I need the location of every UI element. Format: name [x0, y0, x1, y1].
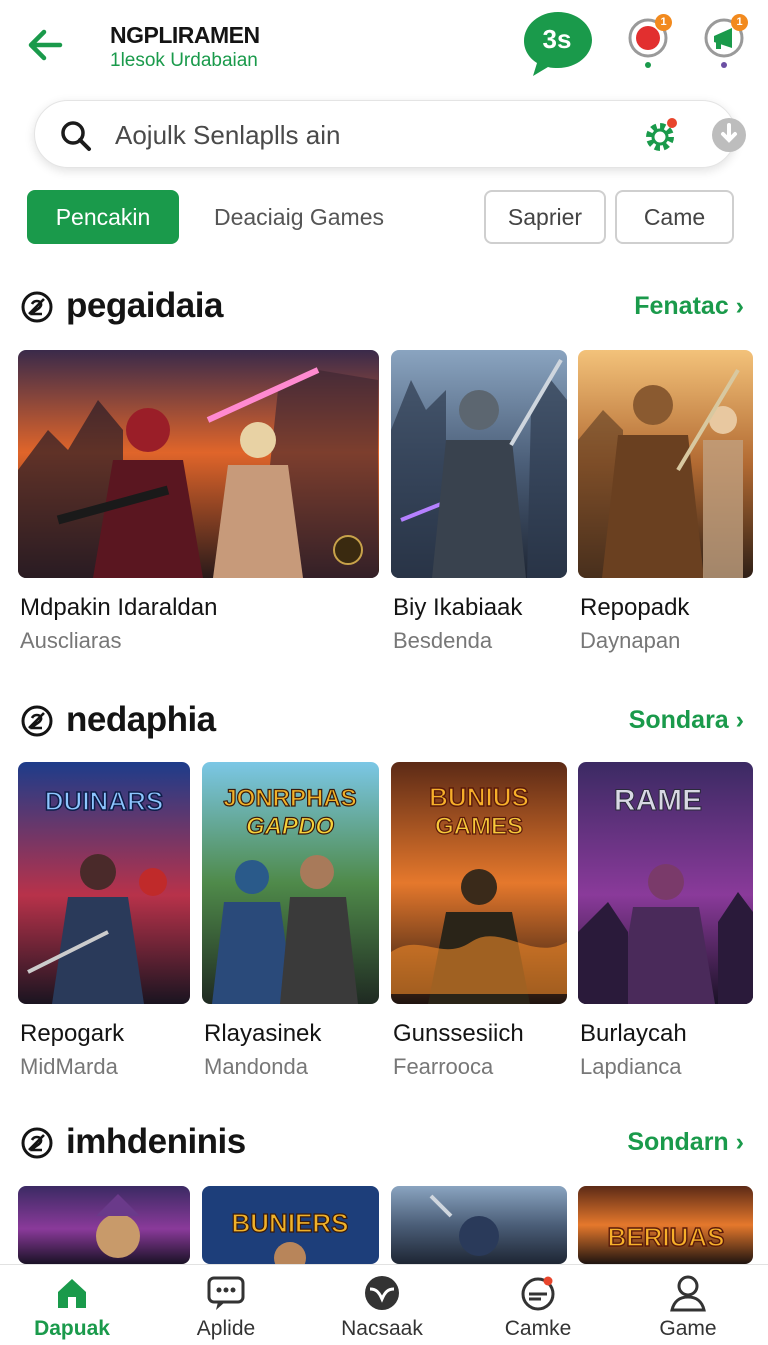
timer-bubble[interactable]: 3s — [522, 10, 594, 78]
section-logo-icon — [21, 291, 53, 323]
game-art-image: JONRPHAS GAPDO — [202, 762, 379, 1004]
game-card[interactable]: BUNIERS — [202, 1186, 379, 1264]
chip-outline-2[interactable]: Came — [615, 190, 734, 244]
game-title: Biy Ikabiaak — [393, 594, 523, 621]
see-more-link[interactable]: Fenatac › — [634, 292, 744, 321]
back-arrow-icon[interactable] — [22, 22, 68, 68]
download-icon[interactable] — [711, 117, 747, 153]
profile-icon — [670, 1275, 706, 1312]
game-art-image: BERIUAS — [578, 1186, 753, 1264]
status-dot — [645, 62, 651, 68]
game-art-image — [391, 350, 567, 578]
timer-text: 3s — [542, 24, 572, 54]
game-art-image — [391, 1186, 567, 1264]
see-more-label: Fenatac — [634, 292, 729, 320]
game-art-image: DUINARS — [18, 762, 190, 1004]
see-more-link[interactable]: Sondarn › — [627, 1128, 744, 1157]
game-card[interactable] — [391, 1186, 567, 1264]
section-header: imhdeninis Sondarn › — [20, 1122, 748, 1166]
header-titles: NGPLIRAMEN 1lesok Urdabaian — [110, 22, 260, 72]
game-card[interactable]: RAME Burlaycah Lapdianca — [578, 762, 753, 1082]
chip-outline-1[interactable]: Saprier — [484, 190, 606, 244]
section-logo-icon — [21, 1127, 53, 1159]
chip-category[interactable]: Deaciaig Games — [196, 190, 402, 244]
app-header: NGPLIRAMEN 1lesok Urdabaian 3s 1 1 — [0, 0, 768, 90]
game-title: Repogark — [20, 1020, 125, 1047]
game-logo-text: DUINARS — [45, 786, 163, 816]
chip-active[interactable]: Pencakin — [27, 190, 179, 244]
section-header: nedaphia Sondara › — [20, 700, 748, 744]
game-art-image: BUNIUS GAMES — [391, 762, 567, 1004]
nav-item-home[interactable]: Dapuak — [12, 1265, 132, 1345]
nav-label: Camke — [504, 1317, 572, 1340]
game-art-image — [578, 350, 753, 578]
nav-label: Game — [659, 1317, 717, 1340]
nav-label: Aplide — [196, 1317, 256, 1340]
notification-badge: 1 — [655, 14, 672, 31]
chat-icon — [207, 1276, 245, 1310]
game-logo-text: BUNIUS — [429, 782, 529, 812]
game-art-image — [18, 350, 379, 578]
shield-icon — [365, 1276, 399, 1310]
game-subtitle: Mandonda — [204, 1054, 308, 1079]
game-card[interactable]: Biy Ikabiaak Besdenda — [391, 350, 567, 660]
home-icon — [58, 1279, 86, 1308]
section-logo-icon — [21, 705, 53, 737]
game-icon — [521, 1276, 555, 1311]
nav-item-explore[interactable]: Nacsaak — [322, 1265, 442, 1345]
game-logo-subtext: GAMES — [435, 813, 523, 840]
search-bar[interactable] — [34, 100, 746, 168]
game-card[interactable]: Mdpakin Idaraldan Auscliaras — [18, 350, 379, 660]
game-card[interactable]: BUNIUS GAMES Gunssesiich Fearrooca — [391, 762, 567, 1082]
status-dot — [721, 62, 727, 68]
game-art-image: RAME — [578, 762, 753, 1004]
nav-item-games[interactable]: Camke — [478, 1265, 598, 1345]
game-card[interactable]: Repopadk Daynapan — [578, 350, 753, 660]
section-header: pegaidaia Fenatac › — [20, 286, 748, 330]
game-title: Mdpakin Idaraldan — [20, 594, 218, 621]
game-logo-text: JONRPHAS — [223, 785, 356, 812]
game-card[interactable] — [18, 1186, 190, 1264]
game-card[interactable]: JONRPHAS GAPDO Rlayasinek Mandonda — [202, 762, 379, 1082]
bottom-nav: Dapuak Aplide Nacsaak Camke Game — [0, 1264, 768, 1344]
gear-icon[interactable] — [641, 117, 679, 155]
game-subtitle: Daynapan — [580, 628, 681, 653]
game-subtitle: Fearrooca — [393, 1054, 494, 1079]
game-logo-text: BUNIERS — [231, 1208, 348, 1238]
game-title: Gunssesiich — [393, 1020, 524, 1047]
game-logo-text: BERIUAS — [607, 1222, 724, 1252]
promo-badge: 1 — [731, 14, 748, 31]
search-icon — [61, 121, 91, 151]
game-subtitle: MidMarda — [20, 1054, 118, 1079]
app-subtitle: 1lesok Urdabaian — [110, 50, 258, 71]
section-title: pegaidaia — [66, 286, 223, 325]
app-title: NGPLIRAMEN — [110, 22, 260, 48]
game-logo-subtext: GAPDO — [246, 813, 334, 840]
see-more-label: Sondara — [628, 706, 729, 734]
section-title: nedaphia — [66, 700, 216, 739]
game-card[interactable]: BERIUAS — [578, 1186, 753, 1264]
game-title: Repopadk — [580, 594, 690, 621]
game-title: Burlaycah — [580, 1020, 687, 1047]
game-subtitle: Lapdianca — [580, 1054, 682, 1079]
game-art-image — [18, 1186, 190, 1264]
game-subtitle: Besdenda — [393, 628, 493, 653]
search-input[interactable] — [113, 115, 593, 155]
nav-item-profile[interactable]: Game — [628, 1265, 748, 1345]
game-art-image: BUNIERS — [202, 1186, 379, 1264]
see-more-link[interactable]: Sondara › — [629, 706, 744, 735]
nav-label: Dapuak — [34, 1317, 110, 1340]
game-title: Rlayasinek — [204, 1020, 322, 1047]
game-logo-text: RAME — [614, 784, 702, 817]
section-title: imhdeninis — [66, 1122, 246, 1161]
nav-item-chat[interactable]: Aplide — [166, 1265, 286, 1345]
nav-label: Nacsaak — [341, 1317, 423, 1340]
game-card[interactable]: DUINARS Repogark MidMarda — [18, 762, 190, 1082]
game-subtitle: Auscliaras — [20, 628, 122, 653]
see-more-label: Sondarn — [627, 1128, 729, 1156]
notification-button[interactable]: 1 — [626, 14, 672, 68]
promo-button[interactable]: 1 — [702, 14, 748, 68]
